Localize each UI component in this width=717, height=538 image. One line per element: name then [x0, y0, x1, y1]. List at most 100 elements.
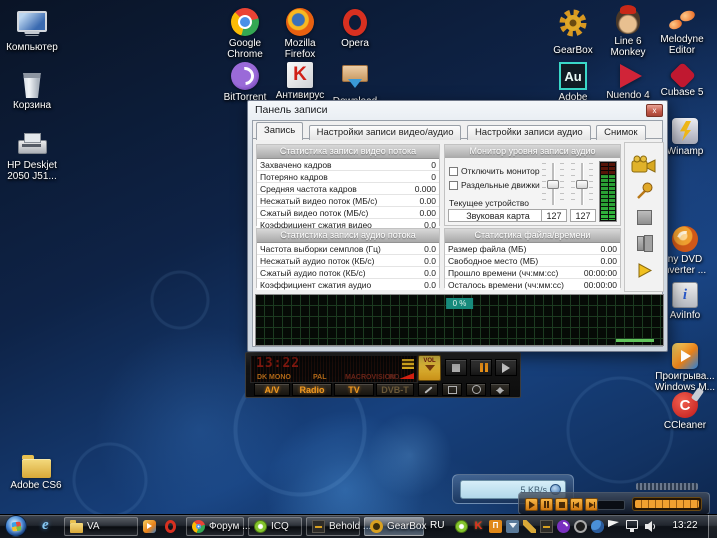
dialog-record-panel: Панель записи x Запись Настройки записи … [247, 100, 668, 352]
player-rewind-button[interactable] [570, 498, 583, 511]
nuendo-icon [620, 64, 642, 88]
tray-kaspersky-icon[interactable]: K [472, 520, 485, 533]
tray-record-icon[interactable] [574, 520, 587, 533]
chrome-icon [231, 8, 259, 36]
pause-button[interactable] [628, 233, 660, 255]
start-button[interactable] [5, 515, 27, 537]
behold-timer-button[interactable] [466, 383, 486, 396]
rewind-icon [574, 502, 579, 508]
desktop-icon-hp-deskjet[interactable]: HP Deskjet 2050 J51... [0, 128, 64, 182]
tray-speaker-icon[interactable] [644, 520, 657, 533]
desktop-icon-adobe-cs6[interactable]: Adobe CS6 [4, 452, 68, 491]
play-icon [502, 363, 510, 373]
behold-volume-button[interactable]: VOL [418, 355, 441, 381]
tray-network-icon[interactable] [626, 520, 638, 529]
player-volume-bar[interactable] [632, 497, 702, 511]
chrome-icon [192, 520, 205, 533]
desktop-icon-cubase[interactable]: Cubase 5 [650, 62, 714, 98]
taskbar-opera-icon[interactable] [165, 520, 176, 533]
record-audio-button[interactable] [628, 180, 660, 202]
behold-radio-button[interactable]: Radio [292, 383, 332, 396]
left-level-slider[interactable] [542, 161, 564, 207]
tab-audio-settings[interactable]: Настройки записи аудио [467, 125, 591, 140]
stat-row: Частота выборки семплов (Гц)0.0 [257, 243, 439, 255]
slider-thumb[interactable] [547, 180, 559, 189]
behold-play-button[interactable] [495, 359, 517, 376]
printer-icon [18, 140, 47, 154]
tab-video-audio-settings[interactable]: Настройки записи видео/аудио [309, 125, 462, 140]
behold-tv-button[interactable]: TV [334, 383, 374, 396]
monitor-body: Отключить монитор Раздельные движки Теку… [445, 158, 620, 225]
close-button[interactable]: x [646, 104, 663, 117]
taskbar-button-gearbox[interactable]: GearBox [364, 517, 424, 536]
right-level-slider[interactable] [571, 161, 593, 207]
internet-explorer-icon[interactable]: e [42, 517, 49, 534]
tray-blue-icon[interactable] [591, 520, 604, 533]
stat-value: 0.00 [600, 244, 617, 254]
tray-behold-icon[interactable] [540, 520, 553, 533]
taskbar-button-icq[interactable]: ICQ [248, 517, 302, 536]
behold-settings-button[interactable] [418, 383, 438, 396]
disable-monitor-checkbox[interactable] [449, 167, 458, 176]
taskbar-button-forum[interactable]: Форум ... [186, 517, 244, 536]
progress-percent: 0 % [446, 298, 474, 309]
stat-label: Осталось времени (чч:мм:сс) [448, 280, 564, 290]
stop-icon [559, 502, 565, 508]
behold-channel-button[interactable] [490, 383, 510, 396]
stat-value: 0 [431, 160, 436, 170]
record-video-button[interactable] [628, 153, 660, 175]
desktop-icon-label: CCleaner [664, 420, 706, 431]
stat-value: 0.0 [424, 268, 436, 278]
taskbar-clock[interactable]: 13:22 [664, 520, 706, 531]
device-select[interactable]: Звуковая карта [448, 209, 548, 222]
taskbar-button-va[interactable]: VA [64, 517, 138, 536]
desktop-icon-opera[interactable]: Opera [323, 8, 387, 49]
dialog-titlebar[interactable]: Панель записи [248, 101, 667, 119]
desktop-icon-label: Mozilla Firefox [284, 38, 315, 60]
audio-stats-panel: Статистика записи аудио потока Частота в… [256, 228, 440, 288]
tab-strip: Запись Настройки записи видео/аудио Наст… [253, 121, 662, 139]
taskbar-wmp-icon[interactable] [143, 520, 156, 533]
slider-thumb[interactable] [576, 180, 588, 189]
desktop-icon-ccleaner[interactable]: C CCleaner [653, 392, 717, 431]
behold-stop-button[interactable] [445, 359, 467, 376]
play-button[interactable] [628, 259, 660, 281]
taskbar: e VA Форум ... ICQ Behold ... GearBox RU… [0, 514, 717, 538]
audio-stats-header: Статистика записи аудио потока [257, 229, 439, 243]
stat-row: Свободное место (МБ)0.00 [445, 255, 620, 267]
microphone-icon [634, 181, 654, 201]
tray-download-master-icon[interactable] [506, 520, 519, 533]
tray-punto-icon[interactable]: П [489, 520, 502, 533]
melodyne-icon [668, 8, 696, 32]
record-toolbar [624, 142, 664, 292]
tab-snapshot[interactable]: Снимок [596, 125, 645, 140]
tray-pen-icon[interactable] [523, 520, 536, 533]
stop-button[interactable] [628, 206, 660, 228]
separate-sliders-checkbox[interactable] [449, 181, 458, 190]
show-desktop-button[interactable] [708, 515, 717, 538]
player-stop-button[interactable] [555, 498, 568, 511]
taskbar-button-behold[interactable]: Behold ... [306, 517, 360, 536]
tray-action-center-flag-icon[interactable] [608, 520, 619, 533]
behold-dvbt-button[interactable]: DVB-T [376, 383, 414, 396]
stat-row: Захвачено кадров0 [257, 159, 439, 171]
radio-label: Radio [299, 385, 324, 395]
stat-value: 0.000 [415, 184, 436, 194]
tab-record[interactable]: Запись [256, 122, 303, 140]
stat-row: Потеряно кадров0 [257, 171, 439, 183]
language-indicator[interactable]: RU [430, 520, 444, 531]
desktop-icon-computer[interactable]: Компьютер [0, 8, 64, 53]
desktop-icon-label: HP Deskjet 2050 J51... [7, 160, 57, 182]
player-pause-button[interactable] [540, 498, 553, 511]
behold-av-button[interactable]: A/V [254, 383, 290, 396]
behold-display-mode-button[interactable] [442, 383, 462, 396]
kaspersky-icon: K [287, 62, 313, 88]
behold-pause-button[interactable] [470, 359, 492, 376]
desktop-icon-label: ny DVD nverter ... [664, 254, 706, 276]
play-icon [529, 501, 535, 509]
desktop-icon-recycle-bin[interactable]: Корзина [0, 70, 64, 111]
tray-bittorrent-icon[interactable] [557, 520, 570, 533]
tray-icq-icon[interactable] [455, 520, 468, 533]
player-play-button[interactable] [525, 498, 538, 511]
desktop-icon-melodyne[interactable]: Melodyne Editor [650, 8, 714, 56]
